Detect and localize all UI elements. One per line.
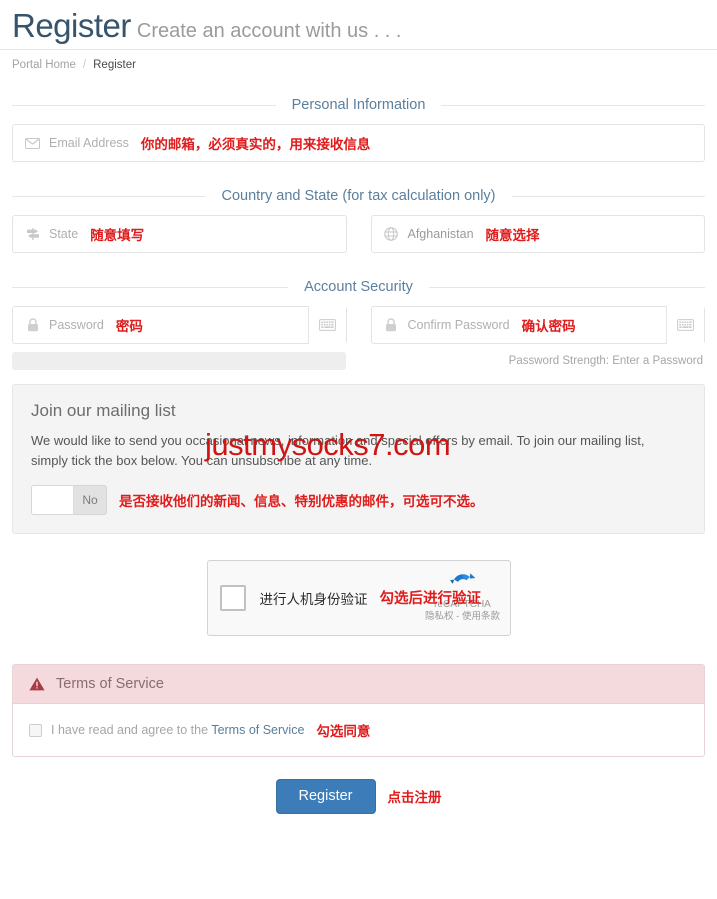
state-annotation: 随意填写 — [90, 228, 145, 243]
password-strength-row: Password Strength: Enter a Password — [12, 352, 705, 370]
recaptcha-checkbox[interactable] — [219, 585, 246, 611]
email-field[interactable]: Email Address 你的邮箱，必须真实的，用来接收信息 — [12, 124, 705, 162]
country-select[interactable]: Afghanistan 随意选择 — [370, 215, 705, 253]
keyboard-icon[interactable] — [666, 306, 704, 344]
password-strength-text: Password Strength: Enter a Password — [508, 355, 703, 367]
page-title: Register Create an account with us . . . — [12, 4, 705, 53]
recaptcha-label: 进行人机身份验证 — [259, 592, 368, 607]
password-strength-bar — [12, 352, 346, 370]
map-signs-icon — [24, 226, 41, 242]
email-annotation: 你的邮箱，必须真实的，用来接收信息 — [140, 137, 371, 152]
state-placeholder: State — [49, 227, 79, 241]
password-field[interactable]: Password 密码 — [12, 306, 347, 344]
legend-account-security-label: Account Security — [304, 279, 413, 295]
country-column: Afghanistan 随意选择 — [370, 215, 705, 253]
state-field[interactable]: State 随意填写 — [12, 215, 347, 253]
mailing-list-toggle-row: No 是否接收他们的新闻、信息、特别优惠的邮件，可选可不选。 — [31, 485, 686, 515]
terms-of-service-link[interactable]: Terms of Service — [211, 723, 304, 737]
register-page: justmysocks7.com Register Create an accou… — [0, 0, 717, 899]
legend-country-state-label: Country and State (for tax calculation o… — [221, 188, 496, 204]
recaptcha-brand-links[interactable]: 隐私权 - 使用条款 — [424, 611, 502, 623]
envelope-icon — [24, 135, 41, 151]
toggle-state-label: No — [82, 493, 98, 507]
keyboard-icon[interactable] — [307, 306, 346, 344]
legend-account-security: Account Security — [12, 279, 705, 295]
submit-row: Register 点击注册 — [12, 779, 705, 814]
recaptcha-widget[interactable]: 进行人机身份验证 勾选后进行验证 reCAPTCHA 隐私权 - 使用条款 — [206, 560, 511, 636]
legend-personal-information-label: Personal Information — [291, 97, 426, 113]
legend-rule-right — [428, 286, 705, 288]
warning-triangle-icon — [29, 677, 45, 691]
state-column: State 随意填写 — [12, 215, 347, 253]
terms-agree-checkbox[interactable] — [29, 723, 42, 737]
legend-rule-right — [511, 195, 705, 197]
mailing-list-title: Join our mailing list — [31, 401, 176, 420]
mailing-list-annotation: 是否接收他们的新闻、信息、特别优惠的邮件，可选可不选。 — [119, 494, 484, 509]
terms-of-service-header: Terms of Service — [13, 665, 704, 704]
legend-rule-left — [12, 195, 206, 197]
legend-personal-information: Personal Information — [12, 97, 706, 113]
globe-icon — [383, 226, 400, 242]
country-state-row: State 随意填写 Afghanistan 随意选择 — [12, 215, 705, 253]
terms-annotation: 勾选同意 — [316, 724, 371, 739]
legend-rule-left — [12, 104, 276, 106]
terms-of-service-title: Terms of Service — [56, 676, 164, 692]
mailing-list-toggle[interactable]: No — [31, 485, 107, 515]
page-subtitle: Create an account with us . . . — [136, 20, 402, 42]
page-header: Register Create an account with us . . . — [0, 0, 717, 50]
terms-agree-label: I have read and agree to the Terms of Se… — [51, 723, 304, 737]
confirm-password-annotation: 确认密码 — [521, 319, 576, 334]
legend-country-state: Country and State (for tax calculation o… — [12, 188, 705, 204]
legend-rule-left — [12, 286, 289, 288]
breadcrumb: Portal Home / Register — [0, 50, 717, 71]
captcha-wrapper: 进行人机身份验证 勾选后进行验证 reCAPTCHA 隐私权 - 使用条款 — [12, 560, 705, 636]
register-annotation: 点击注册 — [387, 790, 442, 806]
mailing-list-panel: Join our mailing list We would like to s… — [12, 384, 705, 534]
password-annotation: 密码 — [115, 319, 143, 334]
confirm-password-field[interactable]: Confirm Password 确认密码 — [370, 306, 705, 344]
breadcrumb-register: Register — [93, 59, 136, 71]
confirm-password-column: Confirm Password 确认密码 — [370, 306, 705, 344]
breadcrumb-portal-home[interactable]: Portal Home — [12, 59, 76, 71]
terms-agree-text: I have read and agree to the — [51, 723, 212, 737]
mailing-list-description: We would like to send you occasional new… — [31, 433, 645, 468]
toggle-knob — [32, 486, 74, 514]
password-row: Password 密码 Confirm Password 确认密码 — [12, 306, 705, 344]
password-placeholder: Password — [49, 318, 104, 332]
recaptcha-annotation: 勾选后进行验证 — [379, 591, 482, 607]
password-column: Password 密码 — [12, 306, 347, 344]
breadcrumb-separator: / — [82, 59, 87, 71]
register-button[interactable]: Register — [275, 779, 376, 814]
lock-icon — [383, 317, 400, 333]
terms-of-service-body: I have read and agree to the Terms of Se… — [13, 704, 704, 756]
email-placeholder: Email Address — [49, 136, 129, 150]
country-annotation: 随意选择 — [485, 228, 540, 243]
lock-icon — [24, 317, 41, 333]
terms-of-service-panel: Terms of Service I have read and agree t… — [12, 664, 705, 757]
register-form: Personal Information Email Address 你的邮箱，… — [0, 97, 717, 814]
legend-rule-right — [441, 104, 706, 106]
page-title-text: Register — [12, 7, 131, 44]
country-selected-value: Afghanistan — [407, 227, 474, 241]
confirm-password-placeholder: Confirm Password — [407, 318, 510, 332]
